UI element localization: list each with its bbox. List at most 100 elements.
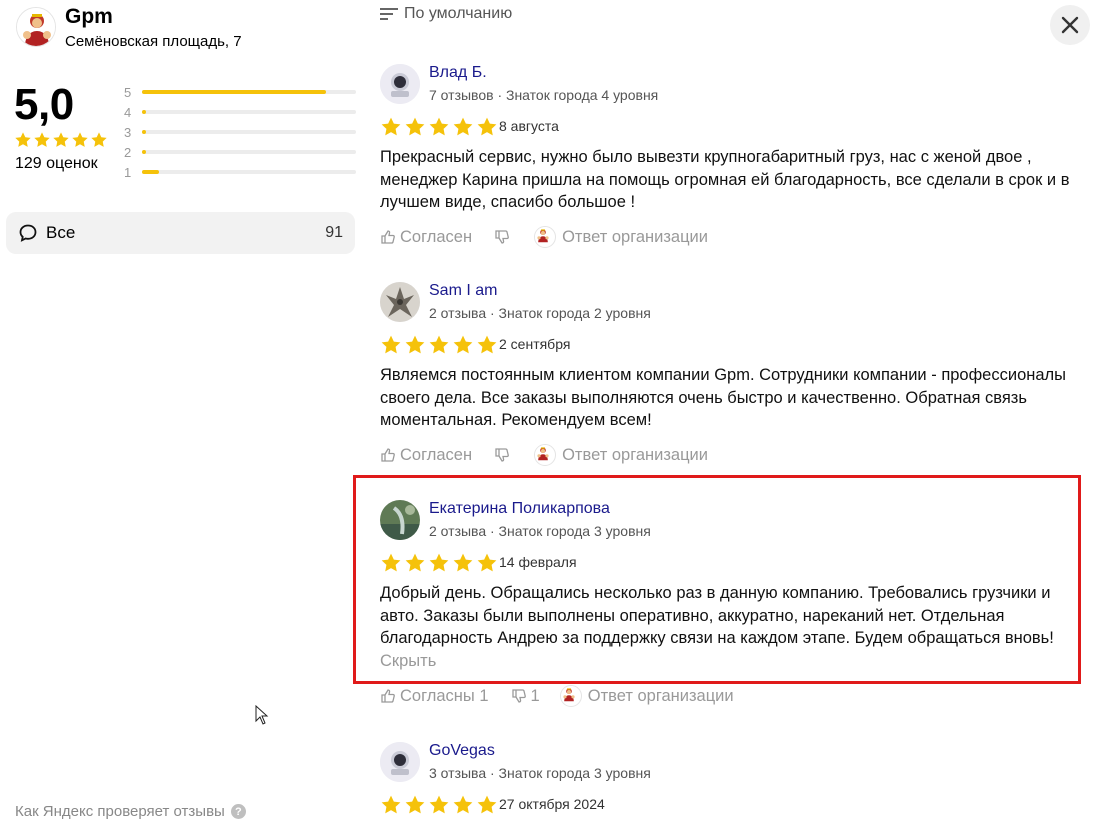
how-yandex-checks-link[interactable]: Как Яндекс проверяет отзывы ? bbox=[15, 803, 246, 820]
org-reply-logo bbox=[559, 685, 582, 707]
review-actions: Согласны 1 1 Ответ организации bbox=[380, 685, 734, 707]
avatar[interactable] bbox=[380, 742, 420, 782]
distribution-fill bbox=[142, 170, 160, 174]
avatar[interactable] bbox=[380, 282, 420, 322]
review-author[interactable]: Влад Б. bbox=[429, 64, 487, 82]
star-icon bbox=[380, 794, 402, 816]
review-card: Влад Б. 7 отзывов · Знаток города 4 уров… bbox=[380, 64, 1080, 264]
rating-distribution: 5 4 3 2 1 bbox=[124, 82, 356, 182]
star-icon bbox=[428, 334, 450, 356]
highlight-box bbox=[353, 475, 1081, 684]
review-author-meta: 2 отзыва · Знаток города 2 уровня bbox=[429, 305, 651, 321]
agree-label: Согласны 1 bbox=[400, 686, 489, 705]
review-card: GoVegas 3 отзыва · Знаток города 3 уровн… bbox=[380, 742, 1080, 822]
rating-count: 129 оценок bbox=[15, 155, 98, 172]
thumb-down-icon bbox=[511, 688, 527, 704]
distribution-row[interactable]: 4 bbox=[124, 102, 356, 122]
agree-button[interactable]: Согласен bbox=[380, 228, 472, 247]
astronaut-icon bbox=[380, 742, 420, 782]
distribution-star-label: 5 bbox=[124, 84, 132, 100]
disagree-button[interactable] bbox=[494, 229, 514, 245]
org-reply-label: Ответ организации bbox=[587, 686, 734, 705]
thumb-down-icon bbox=[494, 447, 510, 463]
org-logo[interactable] bbox=[16, 7, 56, 47]
star-icon bbox=[380, 334, 402, 356]
distribution-star-label: 1 bbox=[124, 164, 132, 180]
star-icon bbox=[14, 131, 32, 149]
org-reply-button[interactable]: Ответ организации bbox=[534, 444, 708, 466]
star-icon bbox=[71, 131, 89, 149]
distribution-fill bbox=[142, 110, 147, 114]
distribution-bar bbox=[142, 130, 356, 134]
star-icon bbox=[90, 131, 108, 149]
review-text: Являемся постоянным клиентом компании Gp… bbox=[380, 364, 1080, 432]
rating-stars bbox=[14, 131, 108, 149]
help-icon[interactable]: ? bbox=[230, 804, 246, 819]
distribution-star-label: 4 bbox=[124, 104, 132, 120]
star-icon bbox=[428, 116, 450, 138]
astronaut-icon bbox=[380, 64, 420, 104]
disagree-button[interactable] bbox=[494, 447, 514, 463]
distribution-row[interactable]: 1 bbox=[124, 162, 356, 182]
star-icon bbox=[452, 116, 474, 138]
distribution-bar bbox=[142, 170, 356, 174]
review-date: 2 сентября bbox=[499, 336, 571, 352]
distribution-bar bbox=[142, 150, 356, 154]
review-text: Прекрасный сервис, нужно было вывезти кр… bbox=[380, 146, 1080, 214]
distribution-row[interactable]: 3 bbox=[124, 122, 356, 142]
distribution-fill bbox=[142, 90, 327, 94]
review-card: Sam I am 2 отзыва · Знаток города 2 уров… bbox=[380, 282, 1080, 482]
disagree-count: 1 bbox=[530, 686, 540, 705]
distribution-fill bbox=[142, 150, 147, 154]
star-icon bbox=[452, 334, 474, 356]
star-icon bbox=[404, 794, 426, 816]
close-button[interactable] bbox=[1050, 5, 1090, 45]
distribution-star-label: 3 bbox=[124, 124, 132, 140]
distribution-fill bbox=[142, 130, 147, 134]
distribution-row[interactable]: 5 bbox=[124, 82, 356, 102]
thumb-down-icon bbox=[494, 229, 510, 245]
agree-label: Согласен bbox=[400, 445, 473, 464]
org-reply-logo bbox=[534, 226, 557, 248]
distribution-star-label: 2 bbox=[124, 144, 132, 160]
filter-all-label: Все bbox=[46, 223, 76, 242]
review-text-body: Являемся постоянным клиентом компании Gp… bbox=[380, 366, 1067, 429]
org-reply-logo bbox=[534, 444, 557, 466]
filter-all-reviews[interactable]: Все 91 bbox=[6, 212, 355, 254]
org-name[interactable]: Gpm bbox=[65, 5, 113, 29]
star-icon bbox=[52, 131, 70, 149]
star-icon bbox=[428, 794, 450, 816]
review-date: 8 августа bbox=[499, 118, 559, 134]
mascot-icon bbox=[535, 445, 551, 461]
bird-avatar-icon bbox=[380, 282, 420, 322]
thumb-up-icon bbox=[380, 229, 396, 245]
thumb-up-icon bbox=[380, 447, 396, 463]
review-author-meta: 7 отзывов · Знаток города 4 уровня bbox=[429, 87, 659, 103]
review-author[interactable]: Sam I am bbox=[429, 282, 497, 300]
star-icon bbox=[476, 116, 498, 138]
mascot-icon bbox=[561, 686, 577, 702]
review-date: 27 октября 2024 bbox=[499, 796, 605, 812]
star-icon bbox=[404, 334, 426, 356]
sort-icon bbox=[380, 8, 398, 20]
org-reply-button[interactable]: Ответ организации bbox=[534, 226, 708, 248]
sort-label: По умолчанию bbox=[404, 5, 513, 22]
star-icon bbox=[380, 116, 402, 138]
distribution-bar bbox=[142, 90, 356, 94]
review-stars bbox=[380, 116, 498, 138]
review-author[interactable]: GoVegas bbox=[429, 742, 495, 760]
review-actions: Согласен Ответ организации bbox=[380, 226, 708, 248]
close-icon bbox=[1061, 16, 1079, 34]
star-icon bbox=[404, 116, 426, 138]
review-actions: Согласен Ответ организации bbox=[380, 444, 708, 466]
org-reply-button[interactable]: Ответ организации bbox=[559, 685, 734, 707]
thumb-up-icon bbox=[380, 688, 396, 704]
distribution-row[interactable]: 2 bbox=[124, 142, 356, 162]
avatar[interactable] bbox=[380, 64, 420, 104]
review-stars bbox=[380, 334, 498, 356]
review-stars bbox=[380, 794, 498, 816]
sort-dropdown[interactable]: По умолчанию bbox=[380, 5, 512, 23]
disagree-button[interactable]: 1 bbox=[511, 687, 540, 706]
agree-button[interactable]: Согласны 1 bbox=[380, 687, 489, 706]
agree-button[interactable]: Согласен bbox=[380, 446, 472, 465]
